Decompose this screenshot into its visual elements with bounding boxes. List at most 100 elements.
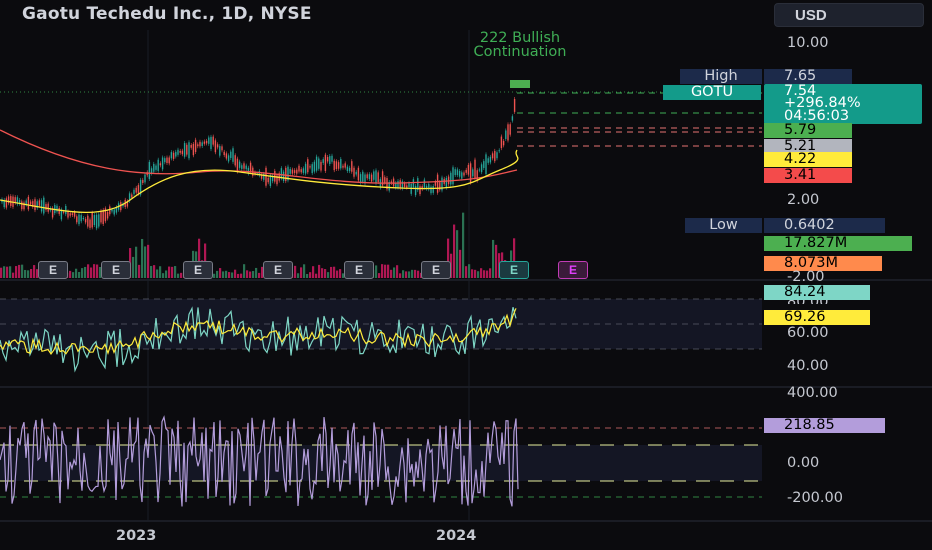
- earnings-marker[interactable]: E: [344, 261, 374, 279]
- candle-body: [194, 139, 197, 152]
- candle-body: [335, 161, 338, 170]
- candle-body: [456, 169, 459, 176]
- volume-bar: [471, 269, 474, 278]
- candle-body: [40, 200, 43, 212]
- volume-bar: [399, 273, 402, 278]
- volume-bar: [153, 265, 156, 278]
- earnings-marker[interactable]: E: [263, 261, 293, 279]
- candle-body: [454, 169, 456, 176]
- volume-bar: [177, 273, 180, 278]
- candle-body: [111, 209, 113, 212]
- candle-body: [93, 215, 96, 226]
- high-value: 7.65: [764, 69, 852, 84]
- candle-body: [419, 186, 421, 195]
- candle-body: [73, 212, 76, 217]
- candle-body: [133, 189, 135, 195]
- candle-body: [135, 187, 137, 193]
- candle-body: [507, 124, 509, 141]
- candle-body: [67, 211, 69, 218]
- volume-bar: [216, 270, 219, 278]
- candle-body: [291, 169, 294, 174]
- candle-body: [69, 213, 71, 216]
- candle-body: [21, 201, 23, 210]
- candle-body: [76, 216, 78, 223]
- candle-body: [430, 186, 432, 194]
- candle-body: [304, 163, 307, 174]
- earnings-marker[interactable]: E: [183, 261, 213, 279]
- time-axis-label: 2024: [436, 528, 477, 544]
- level-tag: 3.41: [764, 168, 852, 183]
- high-label: High: [680, 69, 762, 84]
- volume-bar: [156, 269, 159, 278]
- volume-bar: [480, 268, 483, 278]
- earnings-marker[interactable]: E: [421, 261, 451, 279]
- candle-body: [296, 169, 298, 174]
- candle-body: [34, 199, 36, 211]
- candle-body: [315, 156, 318, 171]
- volume-bar: [465, 266, 468, 278]
- volume-tag: 17.827M: [764, 236, 912, 251]
- candle-body: [285, 167, 287, 182]
- volume-bar: [21, 264, 24, 278]
- candle-body: [186, 144, 188, 155]
- volume-bar: [243, 264, 246, 278]
- candle-body: [78, 214, 80, 225]
- candle-body: [230, 151, 232, 158]
- candle-body: [362, 171, 364, 182]
- rsi-axis-label: 60.00: [787, 325, 829, 341]
- earnings-marker[interactable]: E: [558, 261, 588, 279]
- candle-body: [331, 155, 333, 162]
- volume-bar: [489, 268, 492, 278]
- candle-body: [406, 185, 408, 188]
- volume-bar: [219, 268, 222, 278]
- currency-button[interactable]: USD: [774, 3, 924, 27]
- volume-bar: [405, 271, 408, 278]
- candle-body: [260, 175, 263, 179]
- candle-body: [238, 161, 241, 168]
- candle-body: [465, 169, 467, 173]
- candle-body: [65, 205, 67, 215]
- candle-body: [399, 180, 401, 189]
- candle-body: [458, 170, 461, 177]
- candle-body: [450, 172, 452, 185]
- candle-body: [214, 140, 217, 153]
- volume-bar: [384, 264, 387, 278]
- candle-body: [5, 198, 8, 208]
- candle-body: [197, 144, 199, 147]
- candle-body: [142, 179, 144, 183]
- candle-body: [293, 170, 296, 173]
- volume-bar: [231, 272, 234, 278]
- candle-body: [414, 185, 417, 196]
- candle-body: [282, 171, 285, 181]
- candle-body: [320, 161, 322, 171]
- candle-body: [483, 161, 485, 168]
- earnings-marker[interactable]: E: [38, 261, 68, 279]
- candle-body: [265, 167, 267, 186]
- candle-body: [302, 168, 305, 173]
- candle-body: [234, 155, 236, 166]
- price-axis-label: 2.00: [787, 192, 820, 208]
- earnings-marker[interactable]: E: [499, 261, 529, 279]
- candle-body: [56, 205, 58, 212]
- candle-body: [494, 150, 496, 162]
- earnings-marker[interactable]: E: [101, 261, 131, 279]
- pattern-marker: [510, 80, 530, 88]
- candle-body: [505, 130, 507, 139]
- candle-body: [487, 158, 489, 163]
- candle-body: [241, 165, 243, 169]
- candle-body: [370, 174, 373, 182]
- volume-bar: [393, 267, 396, 278]
- volume-bar: [306, 273, 309, 278]
- candle-body: [342, 165, 344, 168]
- volume-bar: [138, 264, 141, 278]
- candle-body: [164, 158, 166, 163]
- volume-bar: [213, 273, 216, 278]
- volume-bar: [324, 269, 327, 278]
- candle-body: [337, 162, 340, 169]
- volume-bar: [0, 267, 3, 278]
- volume-bar: [477, 271, 480, 278]
- candle-body: [91, 212, 93, 228]
- candle-body: [368, 174, 371, 180]
- volume-bar: [402, 270, 405, 278]
- symbol-title[interactable]: Gaotu Techedu Inc., 1D, NYSE: [22, 4, 312, 24]
